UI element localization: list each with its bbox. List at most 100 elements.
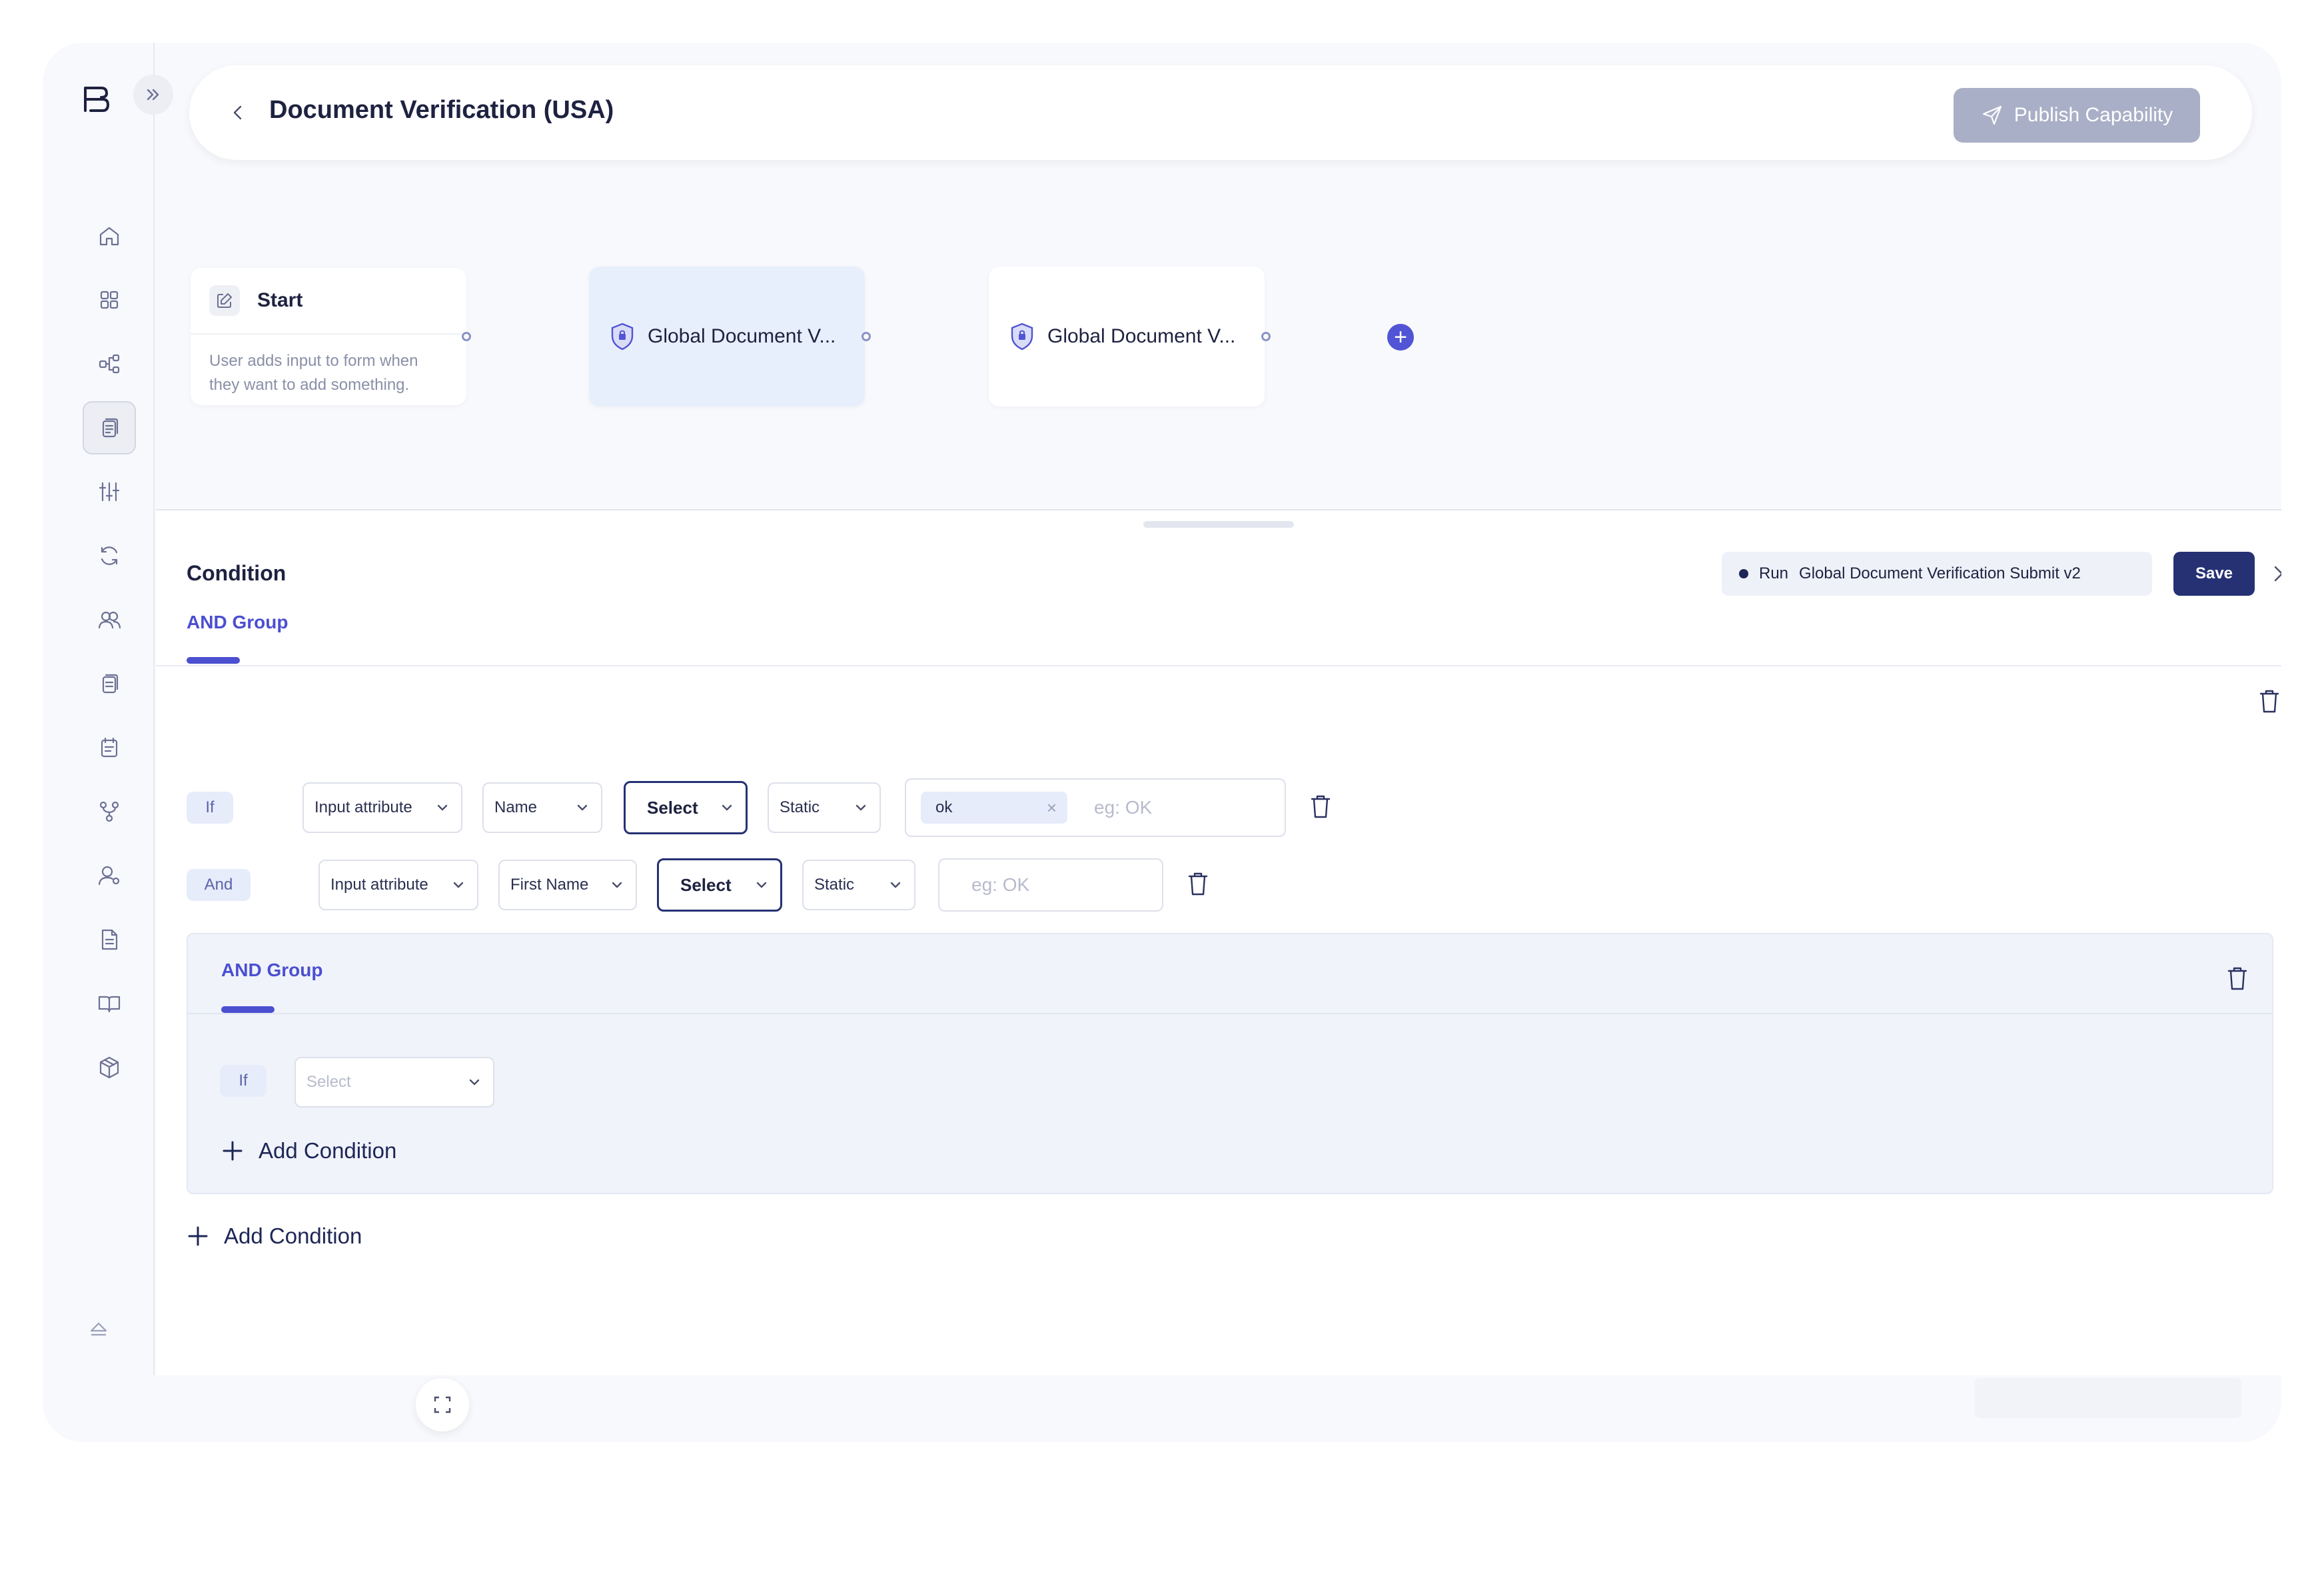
- send-icon: [1982, 105, 2002, 125]
- tab-underline: [187, 657, 240, 664]
- source-dropdown[interactable]: Input attribute: [302, 782, 462, 833]
- header-bar: Document Verification (USA) Publish Capa…: [189, 65, 2252, 160]
- select-placeholder: Select: [306, 1073, 351, 1091]
- operator-select[interactable]: Select: [624, 781, 748, 834]
- operator-select[interactable]: Select: [657, 858, 782, 912]
- connector-if: If: [187, 792, 233, 824]
- attribute-dropdown[interactable]: First Name: [498, 860, 637, 910]
- nav-documents-icon[interactable]: [83, 401, 136, 454]
- nav-calendar-icon[interactable]: [83, 721, 136, 774]
- delete-row-trash-icon[interactable]: [1183, 869, 1213, 898]
- nested-and-group: AND Group If Select Add Condition: [187, 933, 2273, 1194]
- chevron-down-icon: [453, 882, 464, 888]
- source-value: Input attribute: [314, 798, 412, 816]
- start-node[interactable]: Start User adds input to form when they …: [191, 268, 466, 405]
- divider: [188, 1013, 2272, 1014]
- nested-group-tab[interactable]: AND Group: [221, 960, 322, 981]
- chevron-down-icon: [756, 882, 767, 888]
- delete-nested-group-trash-icon[interactable]: [2223, 964, 2252, 993]
- condition-panel: Condition Run Global Document Verificati…: [156, 509, 2281, 1375]
- run-target: Global Document Verification Submit v2: [1799, 564, 2081, 582]
- delete-row-trash-icon[interactable]: [1306, 792, 1335, 821]
- nav-user-settings-icon[interactable]: [83, 849, 136, 902]
- flow-node-global-document-2[interactable]: Global Document V...: [989, 267, 1265, 406]
- edit-icon: [209, 285, 240, 316]
- publish-capability-button[interactable]: Publish Capability: [1954, 88, 2200, 143]
- nav-files-icon[interactable]: [83, 657, 136, 710]
- chevrons-right-icon: [147, 89, 159, 101]
- attribute-value: First Name: [510, 876, 589, 894]
- flow-node-1-port[interactable]: [862, 332, 871, 341]
- start-node-title: Start: [257, 289, 303, 311]
- chevron-down-icon: [722, 804, 732, 811]
- flow-node-2-port[interactable]: [1261, 332, 1271, 341]
- nav-report-icon[interactable]: [83, 913, 136, 966]
- expand-sidebar-button[interactable]: [133, 75, 173, 115]
- add-condition-label: Add Condition: [259, 1138, 397, 1163]
- value-type-dropdown[interactable]: Static: [768, 782, 881, 833]
- shield-icon: [611, 323, 634, 351]
- source-dropdown[interactable]: Input attribute: [318, 860, 478, 910]
- divider: [156, 665, 2281, 666]
- tag-label: ok: [935, 798, 953, 816]
- value-type-dropdown[interactable]: Static: [802, 860, 915, 910]
- nav-home-icon[interactable]: [83, 209, 136, 263]
- condition-select[interactable]: Select: [294, 1057, 494, 1108]
- flow-node-label: Global Document V...: [648, 325, 836, 347]
- flow-node-global-document-1[interactable]: Global Document V...: [589, 267, 865, 406]
- and-group-tab[interactable]: AND Group: [187, 612, 288, 633]
- back-button[interactable]: [223, 97, 253, 128]
- nav-users-icon[interactable]: [83, 593, 136, 646]
- operator-value: Select: [647, 797, 698, 818]
- value-placeholder: eg: OK: [1094, 797, 1153, 818]
- nav-grid-icon[interactable]: [83, 273, 136, 327]
- chevron-down-icon: [577, 804, 588, 811]
- sidebar: [43, 43, 173, 1375]
- value-input[interactable]: eg: OK: [938, 858, 1163, 912]
- value-tag-input[interactable]: ok × eg: OK: [905, 778, 1286, 837]
- value-type-value: Static: [814, 876, 855, 894]
- run-chip[interactable]: Run Global Document Verification Submit …: [1722, 552, 2152, 596]
- chevron-down-icon: [469, 1079, 480, 1086]
- flow-node-label: Global Document V...: [1047, 325, 1236, 347]
- close-icon[interactable]: [2265, 557, 2281, 590]
- nav-branch-icon[interactable]: [83, 785, 136, 838]
- nav-refresh-icon[interactable]: [83, 529, 136, 582]
- start-node-port[interactable]: [462, 332, 471, 341]
- value-tag[interactable]: ok ×: [921, 792, 1067, 824]
- fullscreen-icon: [434, 1396, 451, 1413]
- chevron-down-icon: [890, 882, 901, 888]
- chevron-left-icon: [233, 105, 242, 120]
- panel-resize-handle[interactable]: [1143, 521, 1294, 528]
- add-node-button[interactable]: +: [1387, 324, 1414, 351]
- publish-label: Publish Capability: [2014, 104, 2173, 126]
- nav-sliders-icon[interactable]: [83, 465, 136, 518]
- minimap: [1975, 1378, 2241, 1418]
- attribute-value: Name: [494, 798, 538, 816]
- nav-package-icon[interactable]: [83, 1041, 136, 1094]
- plus-icon: [188, 1226, 208, 1246]
- add-condition-button[interactable]: Add Condition: [187, 1223, 362, 1249]
- start-node-description: User adds input to form when they want t…: [209, 352, 418, 394]
- value-placeholder: eg: OK: [971, 874, 1030, 895]
- source-value: Input attribute: [330, 876, 428, 894]
- status-dot: [1739, 569, 1748, 578]
- condition-title: Condition: [187, 561, 287, 585]
- connector-and: And: [187, 869, 251, 901]
- eject-icon[interactable]: [85, 1315, 112, 1342]
- logo-icon[interactable]: [80, 84, 113, 117]
- plus-icon: [223, 1141, 243, 1161]
- operator-value: Select: [680, 874, 732, 895]
- chevron-down-icon: [856, 804, 866, 811]
- attribute-dropdown[interactable]: Name: [482, 782, 602, 833]
- save-button[interactable]: Save: [2173, 552, 2255, 596]
- shield-icon: [1011, 323, 1033, 351]
- add-condition-label: Add Condition: [224, 1223, 362, 1248]
- remove-tag-icon[interactable]: ×: [1047, 798, 1057, 818]
- nested-add-condition-button[interactable]: Add Condition: [221, 1138, 396, 1164]
- fullscreen-button[interactable]: [416, 1378, 469, 1431]
- nav-workflow-icon[interactable]: [83, 337, 136, 391]
- nav-book-icon[interactable]: [83, 977, 136, 1030]
- value-type-value: Static: [780, 798, 820, 816]
- delete-group-trash-icon[interactable]: [2255, 686, 2281, 716]
